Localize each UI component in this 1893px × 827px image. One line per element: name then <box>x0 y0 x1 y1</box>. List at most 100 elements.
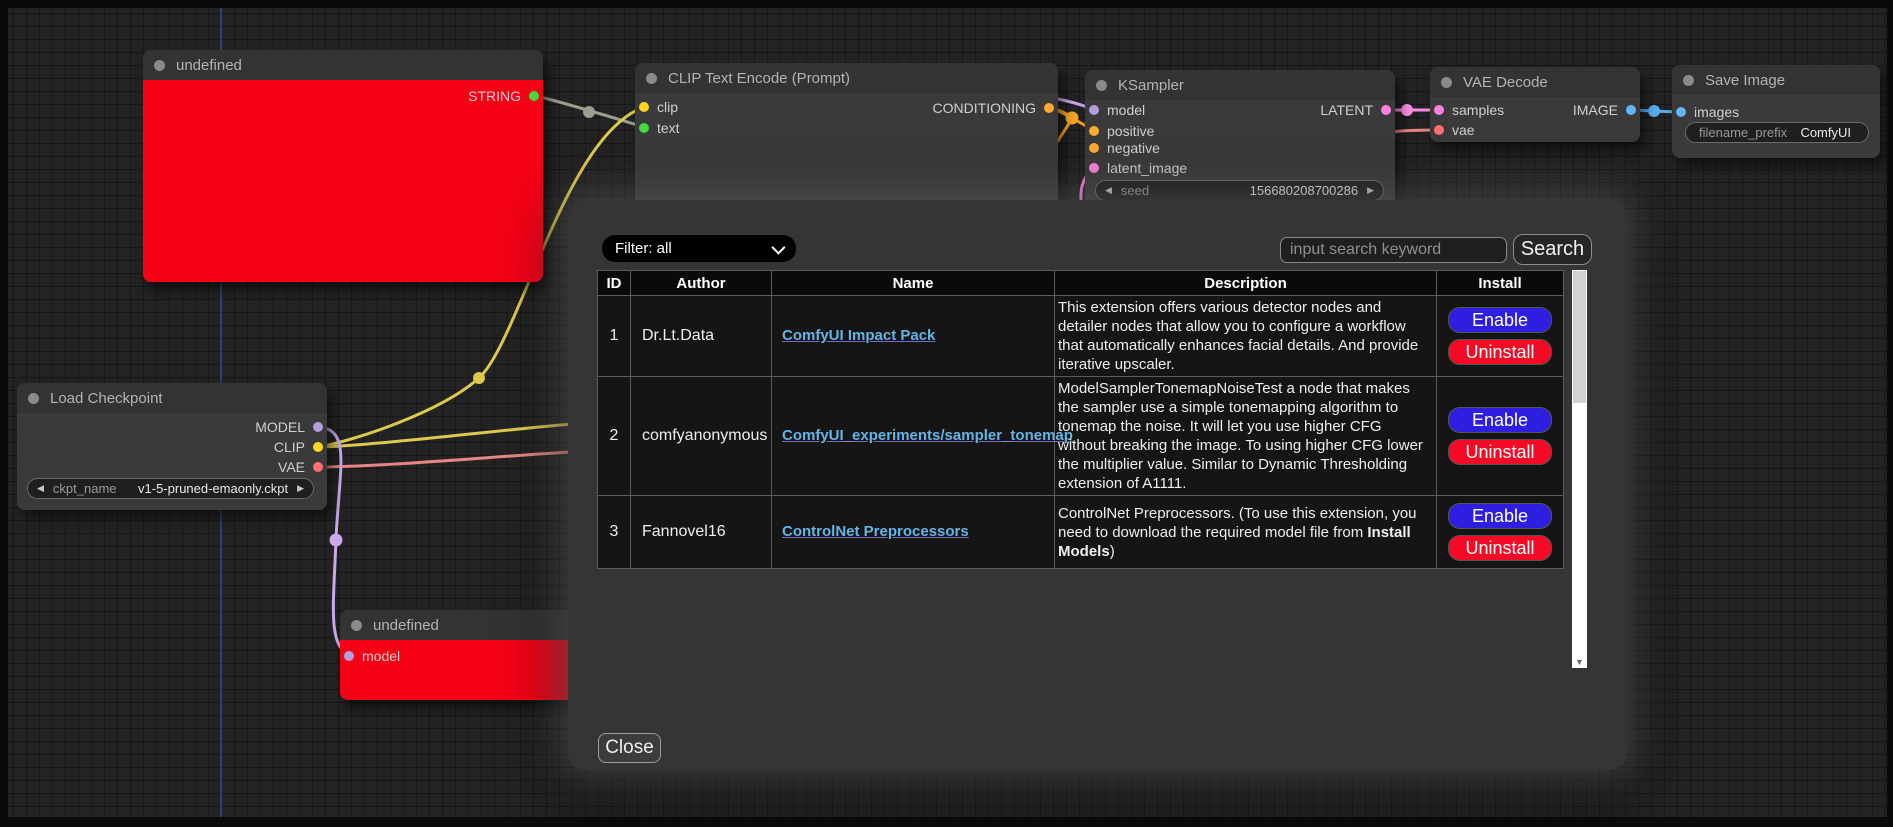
node-title: undefined <box>176 57 242 74</box>
extension-link[interactable]: ComfyUI Impact Pack <box>782 327 935 344</box>
ckpt-name-widget[interactable]: ◀ ckpt_name v1-5-pruned-emaonly.ckpt ▶ <box>27 478 314 499</box>
node-status-dot <box>1683 75 1694 86</box>
node-undefined-top[interactable]: undefined STRING <box>143 50 543 282</box>
search-input[interactable] <box>1280 237 1507 263</box>
table-scrollbar[interactable]: ▼ <box>1572 270 1587 668</box>
enable-button[interactable]: Enable <box>1448 307 1552 333</box>
column-header: Name <box>772 271 1055 296</box>
increment-arrow-icon[interactable]: ▶ <box>1358 185 1383 196</box>
extension-description-cell: This extension offers various detector n… <box>1055 296 1437 377</box>
port-dot <box>1434 105 1444 115</box>
input-port-latent-image[interactable]: latent_image <box>1089 161 1187 175</box>
output-port-conditioning[interactable]: CONDITIONING <box>933 101 1054 115</box>
input-port-model[interactable]: model <box>1089 103 1145 117</box>
input-port-positive[interactable]: positive <box>1089 124 1154 138</box>
column-header: Install <box>1437 271 1564 296</box>
input-port-vae[interactable]: vae <box>1434 123 1475 137</box>
port-dot <box>313 422 323 432</box>
node-title: VAE Decode <box>1463 74 1548 91</box>
extensions-table-container: IDAuthorNameDescriptionInstall 1Dr.Lt.Da… <box>597 270 1563 569</box>
input-port-negative[interactable]: negative <box>1089 141 1160 155</box>
extension-link[interactable]: ComfyUI_experiments/sampler_tonemap <box>782 427 1073 444</box>
decrement-arrow-icon[interactable]: ◀ <box>28 483 53 494</box>
port-dot <box>1434 125 1444 135</box>
uninstall-button[interactable]: Uninstall <box>1448 535 1552 561</box>
canvas-frame <box>0 817 1893 827</box>
output-port-vae[interactable]: VAE <box>278 460 323 474</box>
node-undefined-bottom[interactable]: undefined model <box>340 610 590 700</box>
widget-value: 156680208700286 <box>1250 183 1358 198</box>
description-text: ModelSamplerTonemapNoiseTest a node that… <box>1058 380 1423 492</box>
port-dot <box>639 102 649 112</box>
chevron-down-icon <box>771 240 785 254</box>
column-header: ID <box>598 271 631 296</box>
node-graph-canvas[interactable]: undefined STRING CLIP Text Encode (Promp… <box>0 0 1893 827</box>
output-port-model[interactable]: MODEL <box>255 420 323 434</box>
seed-widget[interactable]: ◀ seed 156680208700286 ▶ <box>1095 180 1384 201</box>
node-title: Save Image <box>1705 72 1785 89</box>
input-port-images[interactable]: images <box>1676 105 1739 119</box>
node-save-image[interactable]: Save Image images filename_prefix ComfyU… <box>1672 65 1880 158</box>
input-port-clip[interactable]: clip <box>639 100 678 114</box>
node-status-dot <box>351 620 362 631</box>
port-dot <box>1626 105 1636 115</box>
port-dot <box>1381 105 1391 115</box>
extension-row: 2comfyanonymousComfyUI_experiments/sampl… <box>598 377 1564 496</box>
input-port-model[interactable]: model <box>344 649 400 663</box>
node-status-dot <box>154 60 165 71</box>
extension-install-cell: Enable Uninstall <box>1437 377 1564 496</box>
widget-label: seed <box>1121 183 1149 198</box>
node-status-dot <box>28 393 39 404</box>
extension-row: 1Dr.Lt.DataComfyUI Impact PackThis exten… <box>598 296 1564 377</box>
output-port-string[interactable]: STRING <box>468 89 539 103</box>
output-port-clip[interactable]: CLIP <box>274 440 323 454</box>
input-port-text[interactable]: text <box>639 121 680 135</box>
scrollbar-thumb[interactable] <box>1573 271 1586 403</box>
port-dot <box>639 123 649 133</box>
filename-prefix-widget[interactable]: filename_prefix ComfyUI <box>1685 122 1869 143</box>
canvas-frame <box>0 0 8 827</box>
uninstall-button[interactable]: Uninstall <box>1448 339 1552 365</box>
node-status-dot <box>646 73 657 84</box>
extensions-table: IDAuthorNameDescriptionInstall 1Dr.Lt.Da… <box>597 270 1564 569</box>
extension-id-cell: 2 <box>598 377 631 496</box>
widget-value: v1-5-pruned-emaonly.ckpt <box>138 481 288 496</box>
port-dot <box>1089 143 1099 153</box>
node-load-checkpoint[interactable]: Load Checkpoint MODEL CLIP VAE ◀ ckpt_na… <box>17 383 327 510</box>
output-port-image[interactable]: IMAGE <box>1573 103 1636 117</box>
extension-link[interactable]: ControlNet Preprocessors <box>782 523 969 540</box>
close-button[interactable]: Close <box>598 733 661 763</box>
node-vae-decode[interactable]: VAE Decode samples vae IMAGE <box>1430 67 1640 142</box>
node-status-dot <box>1096 80 1107 91</box>
node-title: Load Checkpoint <box>50 390 163 407</box>
input-port-samples[interactable]: samples <box>1434 103 1504 117</box>
node-title: undefined <box>373 617 439 634</box>
decrement-arrow-icon[interactable]: ◀ <box>1096 185 1121 196</box>
extension-name-cell: ComfyUI_experiments/sampler_tonemap <box>772 377 1055 496</box>
node-title: KSampler <box>1118 77 1184 94</box>
extension-name-cell: ControlNet Preprocessors <box>772 496 1055 569</box>
port-dot <box>1676 107 1686 117</box>
filter-dropdown[interactable]: Filter: all <box>602 235 796 262</box>
node-status-dot <box>1441 77 1452 88</box>
port-dot <box>529 91 539 101</box>
description-text: ControlNet Preprocessors. (To use this e… <box>1058 505 1417 541</box>
enable-button[interactable]: Enable <box>1448 503 1552 529</box>
extension-id-cell: 3 <box>598 496 631 569</box>
extension-manager-dialog: Filter: all Search IDAuthorNameDescripti… <box>568 200 1626 770</box>
output-port-latent[interactable]: LATENT <box>1320 103 1391 117</box>
column-header: Description <box>1055 271 1437 296</box>
extension-row: 3Fannovel16 ControlNet Preprocessors Contr… <box>598 496 1564 569</box>
uninstall-button[interactable]: Uninstall <box>1448 439 1552 465</box>
increment-arrow-icon[interactable]: ▶ <box>288 483 313 494</box>
node-ksampler[interactable]: KSampler model positive negative latent_… <box>1085 70 1395 210</box>
extension-author-cell: Fannovel16 <box>631 496 772 569</box>
extension-description-cell: ControlNet Preprocessors. (To use this e… <box>1055 496 1437 569</box>
scrollbar-down-arrow-icon[interactable]: ▼ <box>1572 657 1587 667</box>
canvas-frame <box>0 0 1893 8</box>
search-button[interactable]: Search <box>1513 234 1592 265</box>
column-header: Author <box>631 271 772 296</box>
port-dot <box>1089 105 1099 115</box>
port-dot <box>1089 126 1099 136</box>
enable-button[interactable]: Enable <box>1448 407 1552 433</box>
